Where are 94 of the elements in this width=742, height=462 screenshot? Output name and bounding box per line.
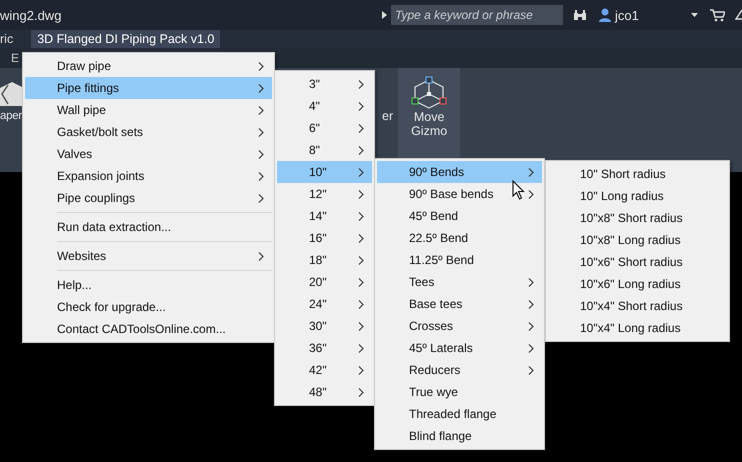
network-icon[interactable] (735, 9, 742, 21)
chevron-icon (358, 190, 364, 198)
menu-item[interactable]: 12" (277, 183, 372, 205)
chevron-icon (358, 300, 364, 308)
menu-item[interactable]: 10" Short radius (548, 163, 727, 185)
menu-item[interactable]: 42" (277, 359, 372, 381)
user-icon[interactable] (599, 8, 611, 22)
menu-item[interactable]: Draw pipe (25, 55, 272, 77)
chevron-icon (358, 278, 364, 286)
binoculars-icon[interactable] (573, 9, 587, 21)
chevron-icon (358, 168, 364, 176)
menu-item[interactable]: Valves (25, 143, 272, 165)
chevron-icon (258, 194, 264, 202)
menu-item[interactable]: 10" Long radius (548, 185, 727, 207)
menu-item[interactable]: Base tees (377, 293, 542, 315)
menu-item[interactable]: Gasket/bolt sets (25, 121, 272, 143)
menu-item[interactable]: Reducers (377, 359, 542, 381)
menu-item[interactable]: 16" (277, 227, 372, 249)
chevron-icon (258, 106, 264, 114)
menu-item[interactable]: 10"x6" Long radius (548, 273, 727, 295)
menu-item[interactable]: 8" (277, 139, 372, 161)
menu-item[interactable]: 10"x6" Short radius (548, 251, 727, 273)
menu-bar-item[interactable]: ric (0, 30, 32, 48)
menu-bar-item[interactable]: 3D Flanged DI Piping Pack v1.0 (31, 30, 220, 48)
menu-item[interactable]: 22.5º Bend (377, 227, 542, 249)
menu-item[interactable]: Tees (377, 271, 542, 293)
chevron-icon (358, 212, 364, 220)
menu-item[interactable]: 10"x8" Short radius (548, 207, 727, 229)
menu-item[interactable]: Wall pipe (25, 99, 272, 121)
menu-item[interactable]: 30" (277, 315, 372, 337)
menu-item[interactable]: 10"x8" Long radius (548, 229, 727, 251)
chevron-icon (258, 62, 264, 70)
chevron-icon (358, 80, 364, 88)
menu-item[interactable]: 6" (277, 117, 372, 139)
chevron-icon (528, 344, 534, 352)
menu-item[interactable]: True wye (377, 381, 542, 403)
menu-item[interactable]: Crosses (377, 315, 542, 337)
chevron-icon (358, 234, 364, 242)
chevron-icon (528, 190, 534, 198)
menu-item[interactable]: 36" (277, 337, 372, 359)
chevron-icon (358, 124, 364, 132)
menu-item[interactable]: 4" (277, 95, 372, 117)
user-name[interactable]: jco1 (615, 8, 639, 22)
chevron-icon (528, 322, 534, 330)
pointer-icon (512, 180, 525, 200)
chevron-icon (528, 366, 534, 374)
menu-item[interactable]: 10"x4" Short radius (548, 295, 727, 317)
chevron-icon (358, 366, 364, 374)
chevron-icon (358, 322, 364, 330)
chevron-icon (358, 344, 364, 352)
menu-item[interactable]: Help... (25, 274, 272, 296)
menu-item[interactable]: Blind flange (377, 425, 542, 447)
chevron-icon (258, 172, 264, 180)
chevron-icon (258, 150, 264, 158)
file-name: wing2.dwg (0, 8, 62, 22)
menu-item[interactable]: 10"x4" Long radius (548, 317, 727, 339)
chevron-icon (258, 84, 264, 92)
menu-item[interactable]: 18" (277, 249, 372, 271)
search-field[interactable]: Type a keyword or phrase (391, 5, 563, 25)
menu-item[interactable]: 90º Base bends (377, 183, 542, 205)
menu-item[interactable]: 11.25º Bend (377, 249, 542, 271)
menu-item[interactable]: Expansion joints (25, 165, 272, 187)
chevron-icon (358, 102, 364, 110)
menu-item[interactable]: 48" (277, 381, 372, 403)
gizmo-icon[interactable] (411, 76, 448, 110)
menu-item[interactable]: Threaded flange (377, 403, 542, 425)
chevron-icon (258, 128, 264, 136)
menu-item[interactable]: 10" (277, 161, 372, 183)
chevron-icon (258, 252, 264, 260)
menu-item[interactable]: Pipe fittings (25, 77, 272, 99)
chevron-icon (358, 256, 364, 264)
cart-icon[interactable] (710, 8, 725, 22)
menu-item[interactable]: 24" (277, 293, 372, 315)
menu-item[interactable]: Contact CADToolsOnline.com... (25, 318, 272, 340)
menu-item[interactable]: 20" (277, 271, 372, 293)
ribbon-button[interactable]: aper (0, 110, 22, 122)
menu-item[interactable]: 14" (277, 205, 372, 227)
menu-item[interactable]: Check for upgrade... (25, 296, 272, 318)
chevron-icon (528, 278, 534, 286)
chevron-icon (358, 388, 364, 396)
menu-item[interactable]: 90º Bends (377, 161, 542, 183)
menu-item[interactable]: 45º Bend (377, 205, 542, 227)
caret-icon[interactable] (691, 13, 698, 17)
paper-icon[interactable] (0, 80, 24, 106)
menu-item[interactable]: 3" (277, 73, 372, 95)
chevron-icon (358, 146, 364, 154)
chevron-icon (528, 168, 534, 176)
chevron-icon (528, 300, 534, 308)
menu-item[interactable]: Run data extraction... (25, 216, 272, 238)
menu-item[interactable]: 45º Laterals (377, 337, 542, 359)
ribbon-tab[interactable]: E (11, 51, 20, 65)
menu-item[interactable]: Websites (25, 245, 272, 267)
ribbon-button[interactable]: er (382, 109, 394, 123)
menu-item[interactable]: Pipe couplings (25, 187, 272, 209)
